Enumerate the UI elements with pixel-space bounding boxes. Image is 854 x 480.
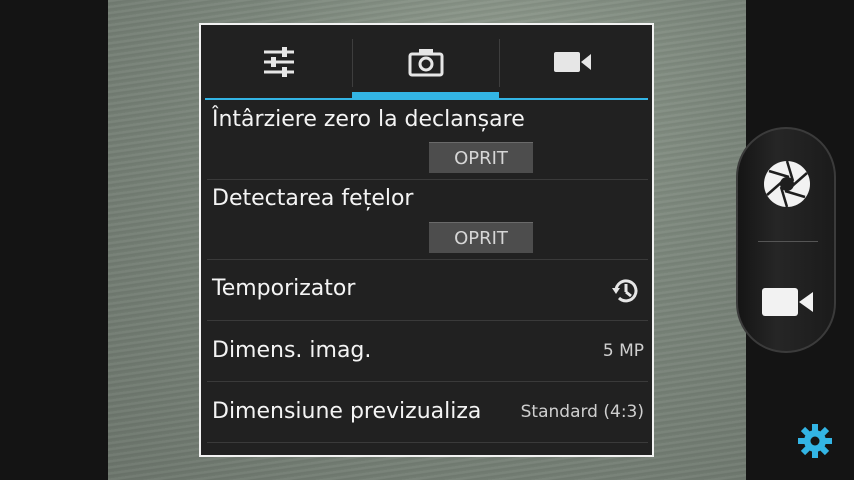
gear-icon bbox=[798, 424, 832, 458]
face-detection-toggle[interactable]: OPRIT bbox=[429, 222, 533, 253]
video-mode-button[interactable] bbox=[760, 279, 816, 325]
sliders-icon bbox=[263, 47, 294, 77]
setting-row-preview-size[interactable]: Dimensiune previzualiza Standard (4:3) bbox=[207, 382, 648, 443]
tab-selected-indicator bbox=[352, 92, 499, 100]
shutter-button[interactable] bbox=[762, 159, 812, 209]
zero-shutter-lag-toggle[interactable]: OPRIT bbox=[429, 142, 533, 173]
setting-row-face-detection: Detectarea fețelor OPRIT bbox=[207, 180, 648, 260]
setting-row-image-size[interactable]: Dimens. imag. 5 MP bbox=[207, 321, 648, 382]
setting-label: Dimensiune previzualiza bbox=[212, 399, 482, 424]
setting-row-zero-shutter-lag: Întârziere zero la declanșare OPRIT bbox=[207, 101, 648, 180]
setting-label: Detectarea fețelor bbox=[212, 186, 414, 211]
video-camera-icon bbox=[762, 288, 813, 316]
setting-label: Temporizator bbox=[212, 276, 356, 301]
tab-camera-settings[interactable] bbox=[352, 25, 499, 99]
video-camera-icon bbox=[553, 52, 591, 72]
tab-general-settings[interactable] bbox=[205, 25, 352, 99]
setting-label: Întârziere zero la declanșare bbox=[212, 107, 525, 132]
preview-size-value: Standard (4:3) bbox=[518, 402, 644, 422]
setting-label: Dimens. imag. bbox=[212, 338, 372, 363]
timer-icon bbox=[612, 279, 638, 303]
setting-row-timer[interactable]: Temporizator bbox=[207, 260, 648, 321]
capture-controls bbox=[736, 127, 836, 353]
tab-video-settings[interactable] bbox=[499, 25, 646, 99]
shutter-icon bbox=[764, 160, 810, 208]
settings-tabs bbox=[201, 25, 652, 101]
settings-button[interactable] bbox=[796, 422, 834, 460]
camera-settings-panel: Întârziere zero la declanșare OPRIT Dete… bbox=[199, 23, 654, 457]
controls-divider bbox=[758, 241, 818, 242]
left-bar bbox=[0, 0, 108, 480]
image-size-value: 5 MP bbox=[602, 341, 644, 361]
camera-icon bbox=[408, 49, 443, 77]
